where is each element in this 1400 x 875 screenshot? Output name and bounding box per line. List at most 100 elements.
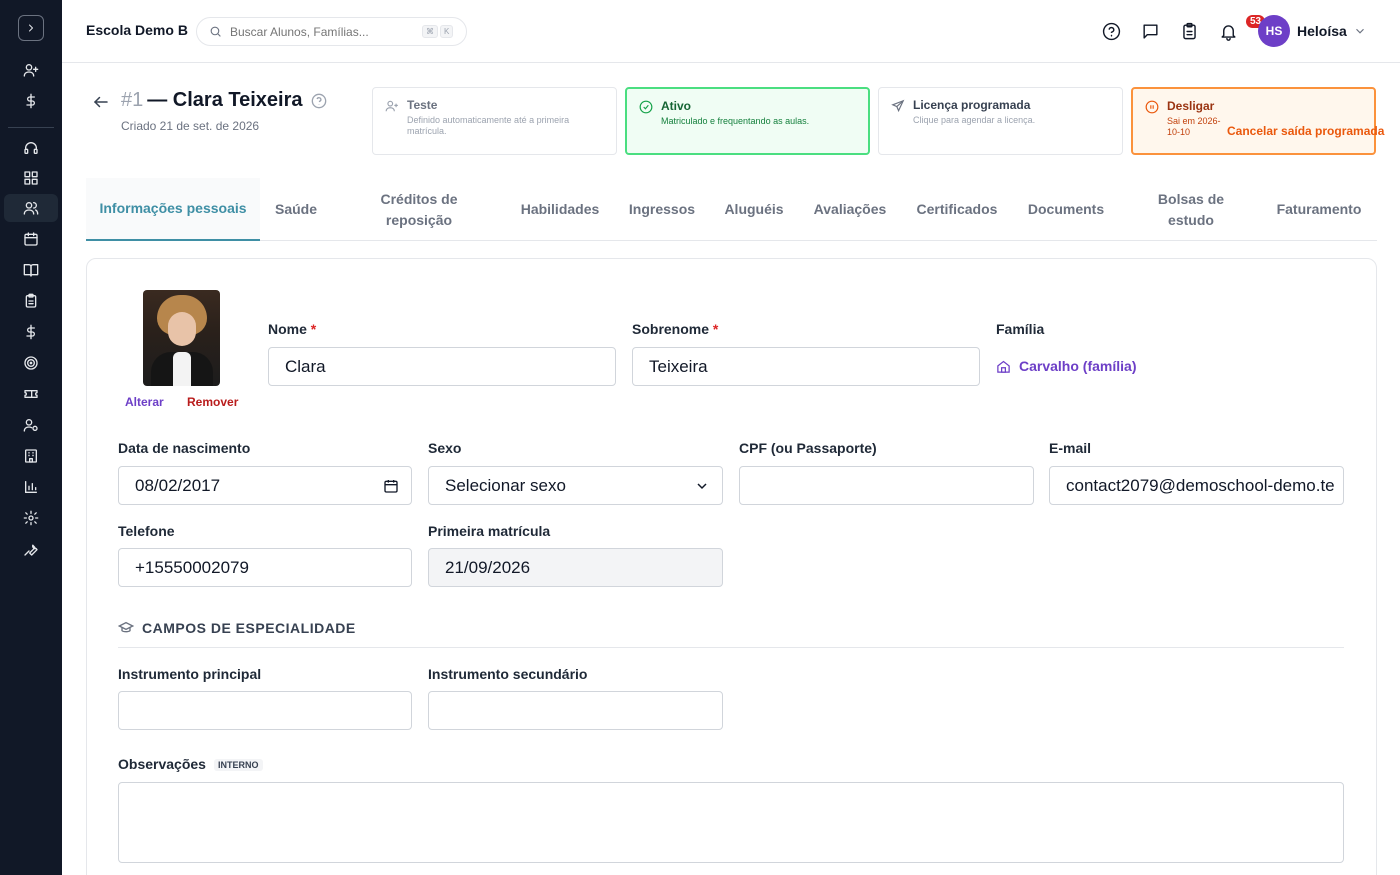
bar-chart-icon <box>25 481 37 493</box>
family-label: Família <box>996 321 1045 337</box>
sex-select-value: Selecionar sexo <box>445 475 566 495</box>
sidebar-item-goals[interactable] <box>4 349 58 377</box>
search-box[interactable]: ⌘ K <box>196 17 467 46</box>
status-card-subtitle: Clique para agendar a licença. <box>913 115 1036 125</box>
tab-makeup-credits[interactable]: Créditos de reposição <box>365 178 473 241</box>
sidebar-expand-button[interactable] <box>18 15 44 41</box>
secondary-instrument-input[interactable] <box>428 691 723 730</box>
student-name: — Clara Teixeira <box>147 89 303 111</box>
sidebar-item-calendar[interactable] <box>4 225 58 253</box>
calendar-icon <box>24 232 38 246</box>
help-icon <box>1102 22 1120 40</box>
tab-certificates[interactable]: Certificados <box>911 178 1003 241</box>
user-name[interactable]: Heloísa <box>1297 23 1347 39</box>
status-card-leave[interactable]: Licença programada Clique para agendar a… <box>878 87 1123 155</box>
birth-date-label: Data de nascimento <box>118 440 251 456</box>
sidebar-item-billing[interactable] <box>4 318 58 346</box>
user-plus-icon <box>23 63 39 77</box>
sidebar-item-staff[interactable] <box>4 411 58 439</box>
tab-skills[interactable]: Habilidades <box>515 178 605 241</box>
label-text: Nome <box>268 321 307 337</box>
messages-button[interactable] <box>1140 21 1160 41</box>
created-date: Criado 21 de set. de 2026 <box>121 119 260 133</box>
sidebar <box>0 0 62 875</box>
tab-personal-info[interactable]: Informações pessoais <box>86 178 260 241</box>
tab-billing[interactable]: Faturamento <box>1271 178 1367 241</box>
cancel-scheduled-exit-link[interactable]: Cancelar saída programada <box>1227 124 1384 138</box>
status-card-trial[interactable]: Teste Definido automaticamente até a pri… <box>372 87 617 155</box>
primary-instrument-label: Instrumento principal <box>118 666 262 682</box>
birth-date-value: 08/02/2017 <box>135 475 221 495</box>
tasks-button[interactable] <box>1179 21 1199 41</box>
last-name-input[interactable]: Teixeira <box>632 347 980 386</box>
status-card-subtitle: Definido automaticamente até a primeira … <box>407 115 570 136</box>
birth-date-input[interactable]: 08/02/2017 <box>118 466 412 505</box>
sidebar-item-add-student[interactable] <box>4 56 58 84</box>
sex-select[interactable]: Selecionar sexo <box>428 466 723 505</box>
sidebar-item-tools[interactable] <box>4 535 58 563</box>
help-button[interactable] <box>1101 21 1121 41</box>
tab-evaluations[interactable]: Avaliações <box>808 178 892 241</box>
help-icon[interactable] <box>311 93 327 109</box>
status-card-exit[interactable]: Desligar Sai em 2026-10-10 <box>1131 87 1376 155</box>
chevron-down-icon[interactable] <box>1353 24 1367 38</box>
secondary-instrument-label: Instrumento secundário <box>428 666 588 682</box>
calendar-icon[interactable] <box>383 478 399 494</box>
status-card-title: Ativo <box>661 99 691 113</box>
first-name-input[interactable]: Clara <box>268 347 616 386</box>
remove-photo-link[interactable]: Remover <box>187 395 238 409</box>
email-input[interactable]: contact2079@demoschool-demo.te <box>1049 466 1344 505</box>
phone-input[interactable]: +15550002079 <box>118 548 412 587</box>
sidebar-item-attendance[interactable] <box>4 287 58 315</box>
tab-bar: Informações pessoais Saúde Créditos de r… <box>86 178 1377 241</box>
sidebar-item-finance-quick[interactable] <box>4 87 58 115</box>
status-card-active[interactable]: Ativo Matriculado e frequentando as aula… <box>625 87 870 155</box>
sex-label: Sexo <box>428 440 462 456</box>
users-icon <box>23 202 39 215</box>
building-icon <box>25 449 37 463</box>
family-name: Carvalho (família) <box>1019 358 1137 374</box>
headset-icon <box>24 142 38 154</box>
tab-health[interactable]: Saúde <box>260 178 332 241</box>
sidebar-item-courses[interactable] <box>4 256 58 284</box>
sidebar-item-support[interactable] <box>4 134 58 162</box>
dollar-icon <box>26 324 35 340</box>
chat-icon <box>1142 23 1158 39</box>
status-card-title: Teste <box>407 98 438 112</box>
tab-documents[interactable]: Documents <box>1023 178 1109 241</box>
search-icon <box>210 26 221 37</box>
book-icon <box>23 264 39 277</box>
tab-rentals[interactable]: Aluguéis <box>718 178 790 241</box>
email-label: E-mail <box>1049 440 1092 456</box>
sidebar-divider <box>8 127 54 128</box>
status-card-title: Licença programada <box>913 98 1031 112</box>
check-circle-icon <box>639 100 653 114</box>
sidebar-item-students[interactable] <box>4 194 58 222</box>
chevron-down-icon <box>697 483 707 490</box>
sidebar-item-settings[interactable] <box>4 504 58 532</box>
cpf-input[interactable] <box>739 466 1034 505</box>
sidebar-item-tickets[interactable] <box>4 380 58 408</box>
search-input[interactable] <box>230 24 420 39</box>
school-name[interactable]: Escola Demo B <box>86 22 188 38</box>
tab-scholarships[interactable]: Bolsas de estudo <box>1146 178 1236 241</box>
back-arrow-icon[interactable] <box>92 93 110 111</box>
sidebar-item-reports[interactable] <box>4 473 58 501</box>
last-name-label: Sobrenome * <box>632 321 718 337</box>
clipboard-icon <box>1182 22 1196 39</box>
change-photo-link[interactable]: Alterar <box>125 395 164 409</box>
sidebar-item-dashboard[interactable] <box>4 164 58 192</box>
section-divider <box>118 647 1344 648</box>
top-bar: Escola Demo B ⌘ K 53 HS Heloísa <box>62 0 1400 63</box>
user-plus-icon <box>385 100 398 112</box>
clipboard-icon <box>25 293 37 308</box>
bell-icon <box>1220 24 1236 41</box>
notifications-button[interactable] <box>1218 21 1238 41</box>
primary-instrument-input[interactable] <box>118 691 412 730</box>
notes-textarea[interactable] <box>118 782 1344 863</box>
sidebar-item-school[interactable] <box>4 442 58 470</box>
section-title: CAMPOS DE ESPECIALIDADE <box>142 620 356 636</box>
avatar[interactable]: HS <box>1258 15 1290 47</box>
tab-tickets[interactable]: Ingressos <box>624 178 700 241</box>
family-link[interactable]: Carvalho (família) <box>996 358 1136 374</box>
